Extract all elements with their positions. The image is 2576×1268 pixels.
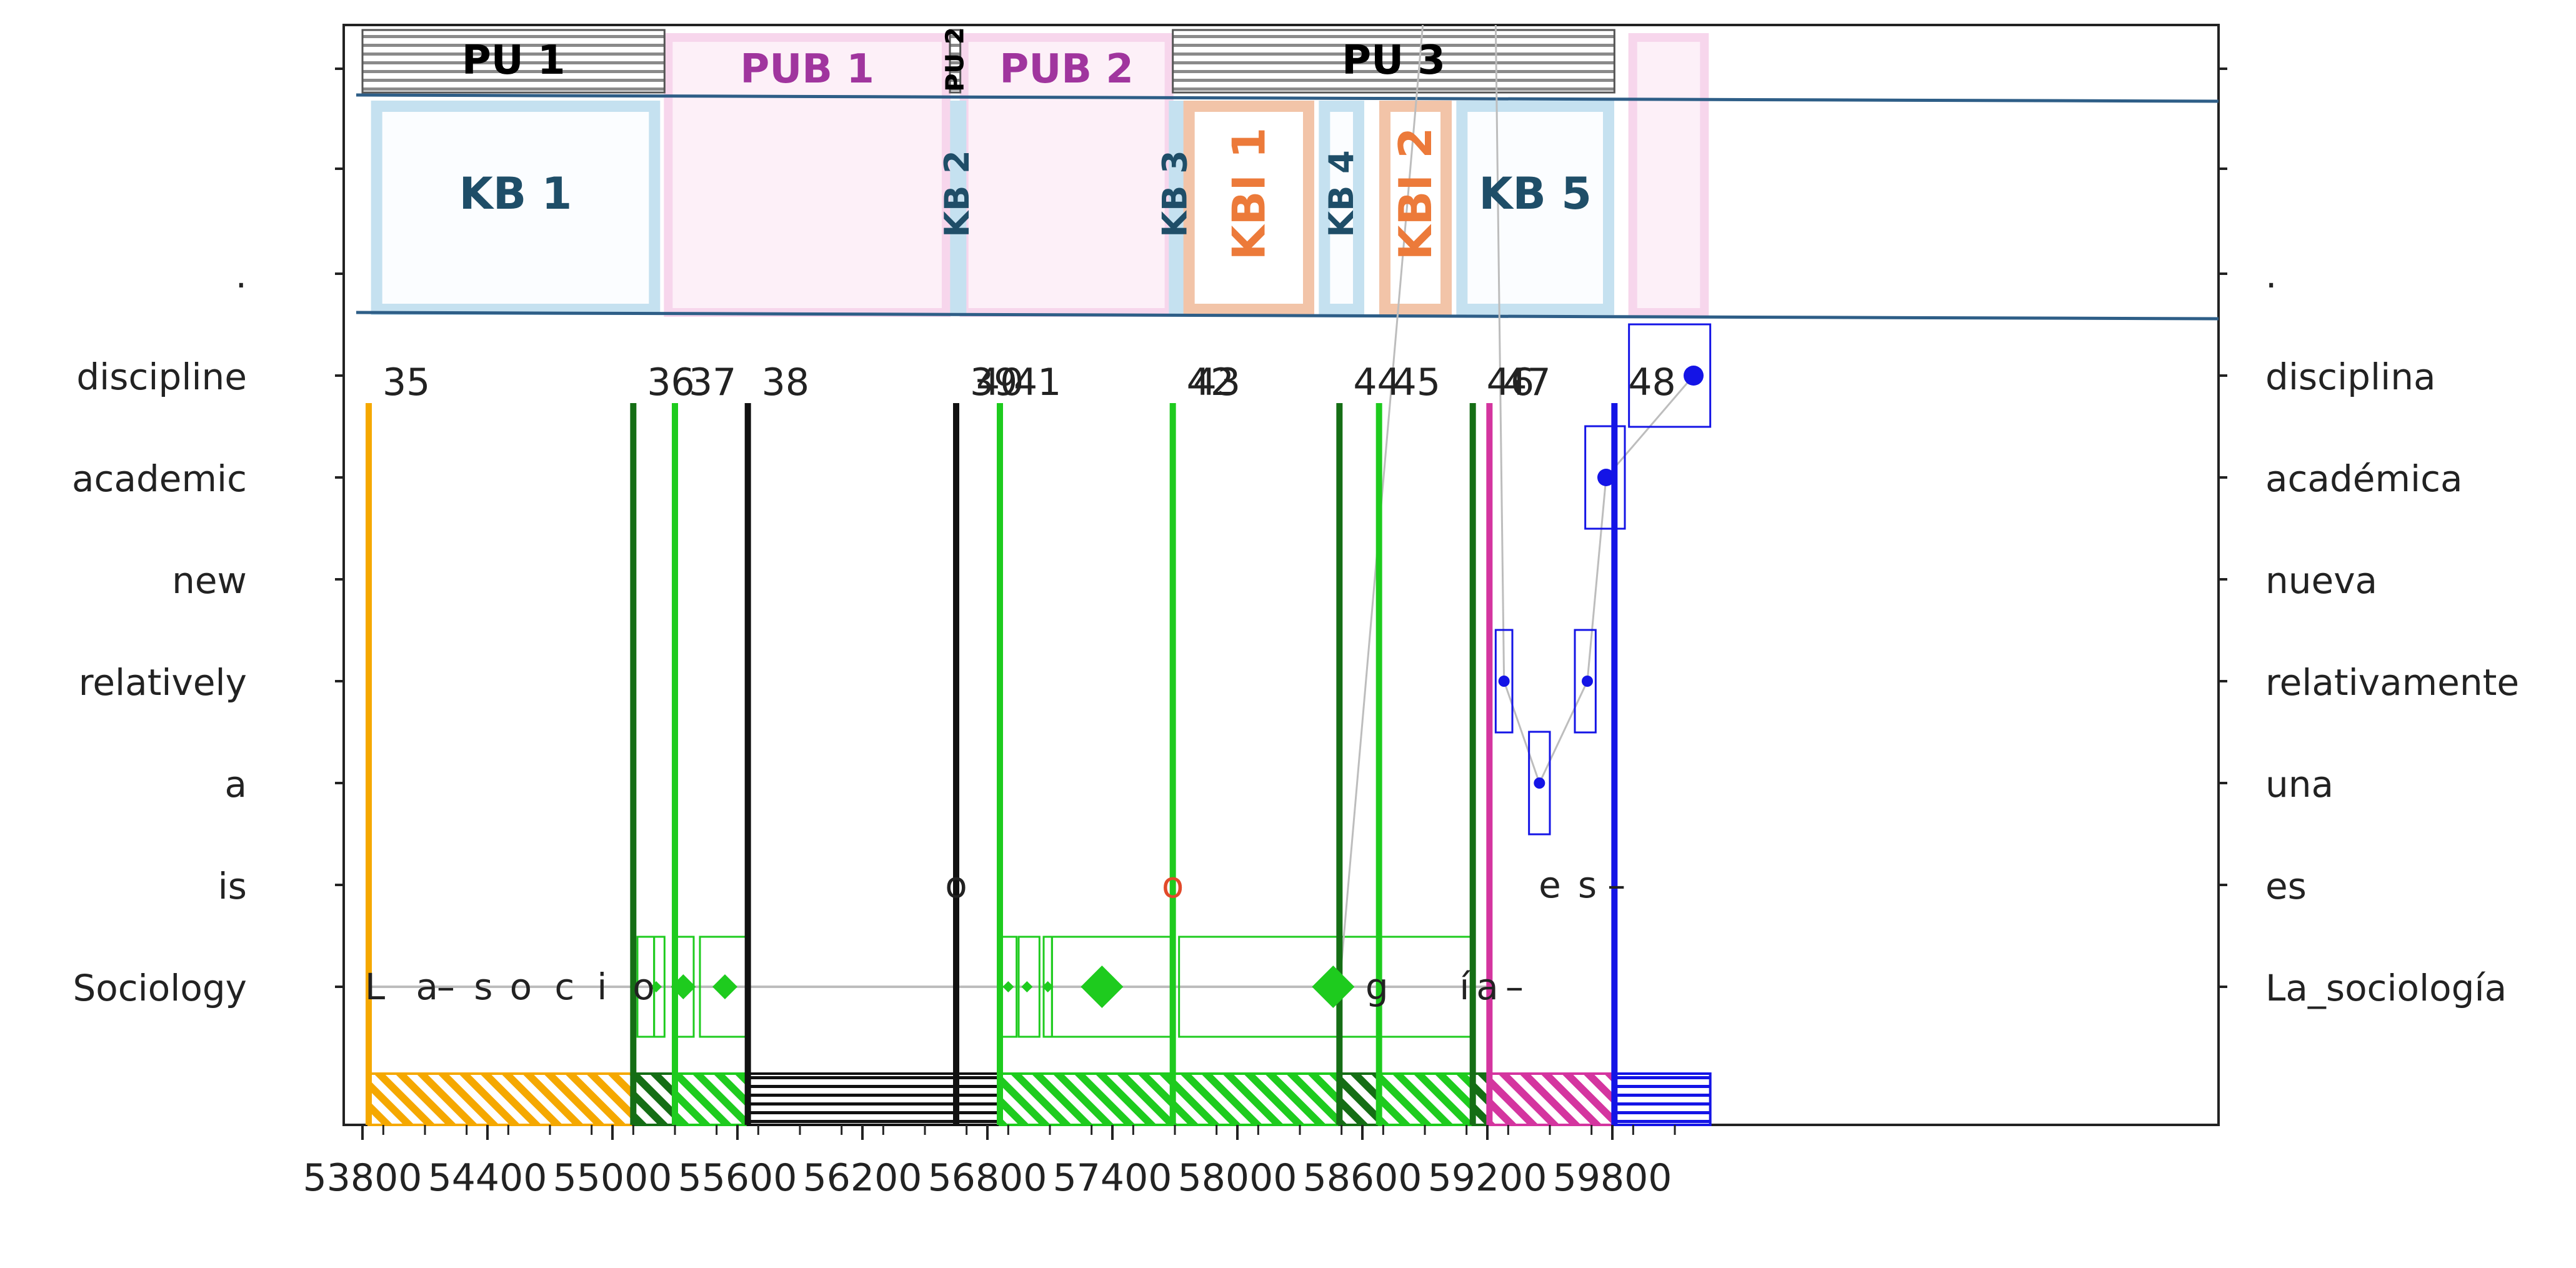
row-label-right: una bbox=[2265, 763, 2334, 806]
x-tick-label: 55000 bbox=[553, 1156, 672, 1200]
x-tick-label: 54400 bbox=[428, 1156, 547, 1200]
hatch-segment bbox=[1377, 1072, 1474, 1126]
x-tick-label: 56800 bbox=[928, 1156, 1047, 1200]
row-letter: o bbox=[632, 966, 655, 1008]
kb-label: KB 4 bbox=[1322, 150, 1361, 237]
hatch-segment bbox=[632, 1072, 676, 1126]
x-tick-label: 53800 bbox=[303, 1156, 422, 1200]
row-label-right: La_sociología bbox=[2265, 967, 2507, 1009]
row-label-right: . bbox=[2265, 254, 2277, 296]
row-label-left: . bbox=[236, 254, 247, 296]
hatch-segment bbox=[1171, 1072, 1341, 1126]
row-letter: c bbox=[554, 966, 574, 1008]
row-label-left: discipline bbox=[76, 356, 247, 398]
row-letter: o bbox=[945, 864, 967, 906]
fixation-label: 38 bbox=[762, 361, 809, 404]
fixation-label: 47 bbox=[1503, 361, 1550, 404]
row-label-left: academic bbox=[72, 457, 247, 500]
pub-label: PUB 1 bbox=[740, 46, 874, 92]
x-tick-label: 55600 bbox=[678, 1156, 797, 1200]
chart-svg: PUB 1 PUB 2 PU 1 PU 2 PU 3 KB 1 KB 2 KB 3 KBI 1 K… bbox=[72, 24, 2519, 1200]
fixation-label: 37 bbox=[689, 361, 736, 404]
data-point bbox=[1684, 366, 1704, 386]
row-letter: g bbox=[1365, 966, 1389, 1008]
x-tick-label: 56200 bbox=[803, 1156, 922, 1200]
row-label-left: a bbox=[224, 763, 247, 806]
data-point bbox=[1582, 676, 1593, 687]
row-letter: s bbox=[474, 966, 492, 1008]
x-tick-label: 57400 bbox=[1053, 1156, 1172, 1200]
hatch-segment bbox=[367, 1072, 635, 1126]
row-letter: o bbox=[1162, 864, 1184, 906]
hatch-segment bbox=[1613, 1072, 1712, 1126]
fixation-label: 48 bbox=[1628, 361, 1675, 404]
row-label-right: relativamente bbox=[2265, 661, 2519, 704]
x-tick-label: 58600 bbox=[1303, 1156, 1422, 1200]
kbi-label: KBI 1 bbox=[1222, 127, 1275, 261]
pu-label: PU 3 bbox=[1342, 37, 1445, 84]
row-letter: í bbox=[1459, 966, 1470, 1008]
hatch-segment bbox=[746, 1072, 957, 1126]
row-letter: – bbox=[1607, 864, 1625, 906]
x-tick-label: 59800 bbox=[1553, 1156, 1672, 1200]
row-label-left: new bbox=[172, 559, 247, 602]
row-label-left: Sociology bbox=[72, 967, 247, 1009]
pu-label: PU 2 bbox=[941, 27, 969, 92]
hatch-segment bbox=[999, 1072, 1174, 1126]
fixation-label: 35 bbox=[382, 361, 430, 404]
row-letter: – bbox=[437, 966, 455, 1008]
hatch-segment bbox=[674, 1072, 749, 1126]
row-label-left: is bbox=[218, 865, 247, 907]
data-point bbox=[1534, 777, 1545, 789]
pu-label: PU 1 bbox=[462, 37, 566, 84]
data-point bbox=[1498, 676, 1510, 687]
row-label-left: relatively bbox=[79, 661, 247, 704]
kb-label: KB 5 bbox=[1479, 168, 1592, 219]
row-letter: i bbox=[597, 966, 607, 1008]
row-label-right: es bbox=[2265, 865, 2307, 907]
alignment-chart: PUB 1 PUB 2 PU 1 PU 2 PU 3 KB 1 KB 2 KB 3 KBI 1 K… bbox=[0, 0, 2576, 1266]
x-tick-label: 58000 bbox=[1178, 1156, 1297, 1200]
row-letter: e bbox=[1539, 864, 1561, 906]
fixation-label: 45 bbox=[1393, 361, 1440, 404]
hatch-segment bbox=[955, 1072, 1001, 1126]
row-letter: L bbox=[365, 966, 385, 1008]
row-letter: o bbox=[510, 966, 532, 1008]
hatch-segment bbox=[1338, 1072, 1380, 1126]
kb-label: KB 1 bbox=[459, 168, 572, 219]
row-letter: – bbox=[1505, 966, 1524, 1008]
pub-label: PUB 2 bbox=[999, 46, 1133, 92]
row-letter: a bbox=[416, 966, 439, 1008]
pub-box bbox=[1628, 33, 1709, 317]
hatch-segment bbox=[1488, 1072, 1616, 1126]
kb-label: KB 3 bbox=[1156, 150, 1195, 237]
kb-label: KB 2 bbox=[937, 150, 977, 237]
kbi-label: KBI 2 bbox=[1389, 127, 1442, 261]
fixation-label: 41 bbox=[1014, 361, 1061, 404]
row-label-right: nueva bbox=[2265, 559, 2377, 602]
fixation-label: 43 bbox=[1193, 361, 1241, 404]
fixation-label: 36 bbox=[647, 361, 694, 404]
row-letter: a bbox=[1476, 966, 1499, 1008]
row-letter: s bbox=[1578, 864, 1597, 906]
row-label-right: disciplina bbox=[2265, 356, 2436, 398]
x-tick-label: 59200 bbox=[1428, 1156, 1547, 1200]
row-label-right: académica bbox=[2265, 457, 2463, 500]
